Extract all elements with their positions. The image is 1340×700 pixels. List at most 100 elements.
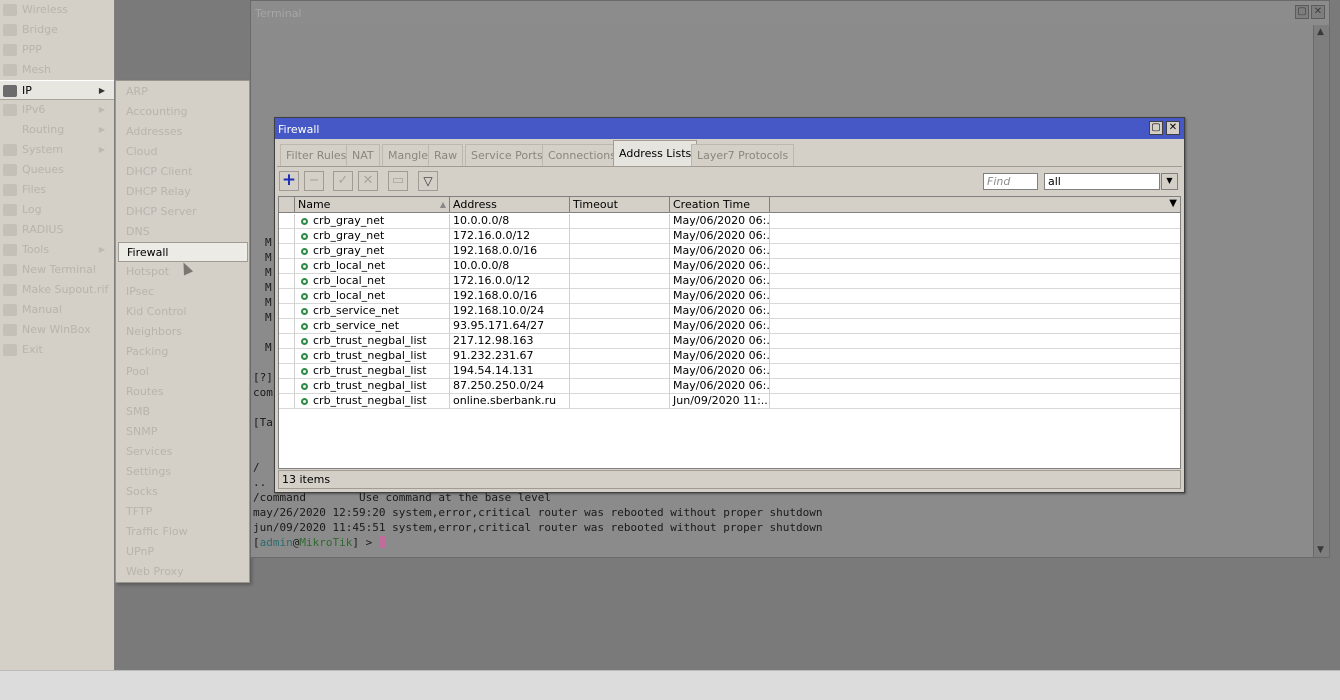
table-row[interactable]: crb_trust_negbal_list 91.232.231.67 May/06…	[279, 349, 1180, 364]
table-row[interactable]: crb_service_net 192.168.10.0/24 May/06/202…	[279, 304, 1180, 319]
sidebar-item-new-terminal[interactable]: New Terminal	[0, 260, 114, 280]
sidebar-item-system[interactable]: System ▶	[0, 140, 114, 160]
table-row[interactable]: crb_gray_net 172.16.0.0/12 May/06/2020 06:…	[279, 229, 1180, 244]
table-row[interactable]: crb_trust_negbal_list 87.250.250.0/24 May/…	[279, 379, 1180, 394]
cell-text: 192.168.0.0/16	[453, 244, 538, 257]
tab-layer7-protocols[interactable]: Layer7 Protocols	[691, 144, 795, 166]
terminal-scrollbar[interactable]: ▲ ▼	[1313, 25, 1329, 557]
comment-icon[interactable]: ▭	[388, 171, 408, 191]
submenu-item-routes[interactable]: Routes	[116, 382, 249, 402]
submenu-item-web-proxy[interactable]: Web Proxy	[116, 562, 249, 582]
table-header: Name ▲ Address Timeout Creation Time ▼	[279, 197, 1180, 213]
cell-text: May/06/2020 06:...	[673, 274, 770, 287]
column-menu-icon[interactable]: ▼	[1169, 198, 1177, 209]
add-icon[interactable]: +	[279, 171, 299, 191]
sidebar-item-ipv6[interactable]: IPv6 ▶	[0, 100, 114, 120]
terminal-title-bar[interactable]: Terminal ▢ ✕	[251, 1, 1329, 25]
submenu-item-dns[interactable]: DNS	[116, 222, 249, 242]
submenu-item-kid-control[interactable]: Kid Control	[116, 302, 249, 322]
submenu-item-cloud[interactable]: Cloud	[116, 142, 249, 162]
enable-icon[interactable]: ✓	[333, 171, 353, 191]
submenu-item-dhcp-server[interactable]: DHCP Server	[116, 202, 249, 222]
submenu-item-ipsec[interactable]: IPsec	[116, 282, 249, 302]
sidebar-item-queues[interactable]: Queues	[0, 160, 114, 180]
tab-address-lists[interactable]: Address Lists	[613, 140, 698, 167]
submenu-item-pool[interactable]: Pool	[116, 362, 249, 382]
terminal-prompt[interactable]: [admin@MikroTik] >	[253, 536, 386, 549]
disable-icon[interactable]: ✕	[358, 171, 378, 191]
address-list-table[interactable]: Name ▲ Address Timeout Creation Time ▼ cr…	[278, 196, 1181, 469]
submenu-item-neighbors[interactable]: Neighbors	[116, 322, 249, 342]
submenu-item-services[interactable]: Services	[116, 442, 249, 462]
submenu-item-dhcp-relay[interactable]: DHCP Relay	[116, 182, 249, 202]
column-header-creation-time[interactable]: Creation Time	[670, 197, 770, 213]
terminal-line: jun/09/2020 11:45:51 system,error,critic…	[253, 521, 823, 534]
submenu-item-tftp[interactable]: TFTP	[116, 502, 249, 522]
table-row[interactable]: crb_trust_negbal_list 194.54.14.131 May/06…	[279, 364, 1180, 379]
sidebar-item-bridge[interactable]: Bridge	[0, 20, 114, 40]
table-row[interactable]: crb_gray_net 10.0.0.0/8 May/06/2020 06:...	[279, 214, 1180, 229]
table-row[interactable]: crb_trust_negbal_list online.sberbank.ru J…	[279, 394, 1180, 409]
sidebar-item-wireless[interactable]: Wireless	[0, 0, 114, 20]
sidebar-item-log[interactable]: Log	[0, 200, 114, 220]
sidebar-item-mesh[interactable]: Mesh	[0, 60, 114, 80]
sidebar-item-ppp[interactable]: PPP	[0, 40, 114, 60]
submenu-item-smb[interactable]: SMB	[116, 402, 249, 422]
column-header-name[interactable]: Name ▲	[295, 197, 450, 213]
submenu-item-settings[interactable]: Settings	[116, 462, 249, 482]
list-filter-select[interactable]: all	[1044, 173, 1160, 190]
terminal-icon	[3, 264, 17, 276]
sidebar-item-make-supout-rif[interactable]: Make Supout.rif	[0, 280, 114, 300]
sidebar-item-manual[interactable]: Manual	[0, 300, 114, 320]
cell-text: May/06/2020 06:...	[673, 364, 770, 377]
chevron-down-icon[interactable]: ▼	[1161, 173, 1178, 190]
table-row[interactable]: crb_trust_negbal_list 217.12.98.163 May/06…	[279, 334, 1180, 349]
submenu-item-addresses[interactable]: Addresses	[116, 122, 249, 142]
column-header-address[interactable]: Address	[450, 197, 570, 213]
close-icon[interactable]: ✕	[1166, 121, 1180, 135]
submenu-item-traffic-flow[interactable]: Traffic Flow	[116, 522, 249, 542]
sidebar-item-exit[interactable]: Exit	[0, 340, 114, 360]
cell-created: May/06/2020 06:...	[670, 229, 770, 244]
tab-service-ports[interactable]: Service Ports	[465, 144, 549, 166]
maximize-icon[interactable]: ▢	[1149, 121, 1163, 135]
maximize-icon[interactable]: ▢	[1295, 5, 1309, 19]
tab-nat[interactable]: NAT	[346, 144, 380, 166]
tab-connections[interactable]: Connections	[542, 144, 622, 166]
table-row[interactable]: crb_local_net 172.16.0.0/12 May/06/2020 06…	[279, 274, 1180, 289]
table-row[interactable]: crb_gray_net 192.168.0.0/16 May/06/2020 06…	[279, 244, 1180, 259]
table-row[interactable]: crb_local_net 192.168.0.0/16 May/06/2020 0…	[279, 289, 1180, 304]
cell-name: crb_local_net	[295, 259, 450, 274]
find-input[interactable]: Find	[983, 173, 1038, 190]
submenu-item-dhcp-client[interactable]: DHCP Client	[116, 162, 249, 182]
firewall-title-bar[interactable]: Firewall ▢ ✕	[275, 118, 1184, 139]
submenu-item-snmp[interactable]: SNMP	[116, 422, 249, 442]
tab-raw[interactable]: Raw	[428, 144, 464, 166]
table-row[interactable]: crb_local_net 10.0.0.0/8 May/06/2020 06:..…	[279, 259, 1180, 274]
close-icon[interactable]: ✕	[1311, 5, 1325, 19]
filter-icon[interactable]: ▽	[418, 171, 438, 191]
sidebar-item-ip[interactable]: IP ▶	[0, 80, 114, 100]
enabled-status-icon	[301, 233, 308, 240]
cell-text: Jun/09/2020 11:...	[673, 394, 770, 407]
submenu-item-firewall[interactable]: Firewall	[118, 242, 248, 262]
submenu-item-socks[interactable]: Socks	[116, 482, 249, 502]
scroll-up-icon[interactable]: ▲	[1317, 27, 1324, 37]
cell-name: crb_local_net	[295, 289, 450, 304]
cell-address: 93.95.171.64/27	[450, 319, 570, 334]
scroll-down-icon[interactable]: ▼	[1317, 545, 1324, 555]
remove-icon[interactable]: −	[304, 171, 324, 191]
submenu-item-upnp[interactable]: UPnP	[116, 542, 249, 562]
table-row[interactable]: crb_service_net 93.95.171.64/27 May/06/202…	[279, 319, 1180, 334]
sidebar-item-radius[interactable]: RADIUS	[0, 220, 114, 240]
submenu-item-packing[interactable]: Packing	[116, 342, 249, 362]
tab-filter-rules[interactable]: Filter Rules	[280, 144, 353, 166]
sidebar-item-new-winbox[interactable]: New WinBox	[0, 320, 114, 340]
tab-mangle[interactable]: Mangle	[382, 144, 435, 166]
sidebar-item-routing[interactable]: Routing ▶	[0, 120, 114, 140]
submenu-item-arp[interactable]: ARP	[116, 82, 249, 102]
submenu-item-accounting[interactable]: Accounting	[116, 102, 249, 122]
column-header-timeout[interactable]: Timeout	[570, 197, 670, 213]
sidebar-item-tools[interactable]: Tools ▶	[0, 240, 114, 260]
sidebar-item-files[interactable]: Files	[0, 180, 114, 200]
